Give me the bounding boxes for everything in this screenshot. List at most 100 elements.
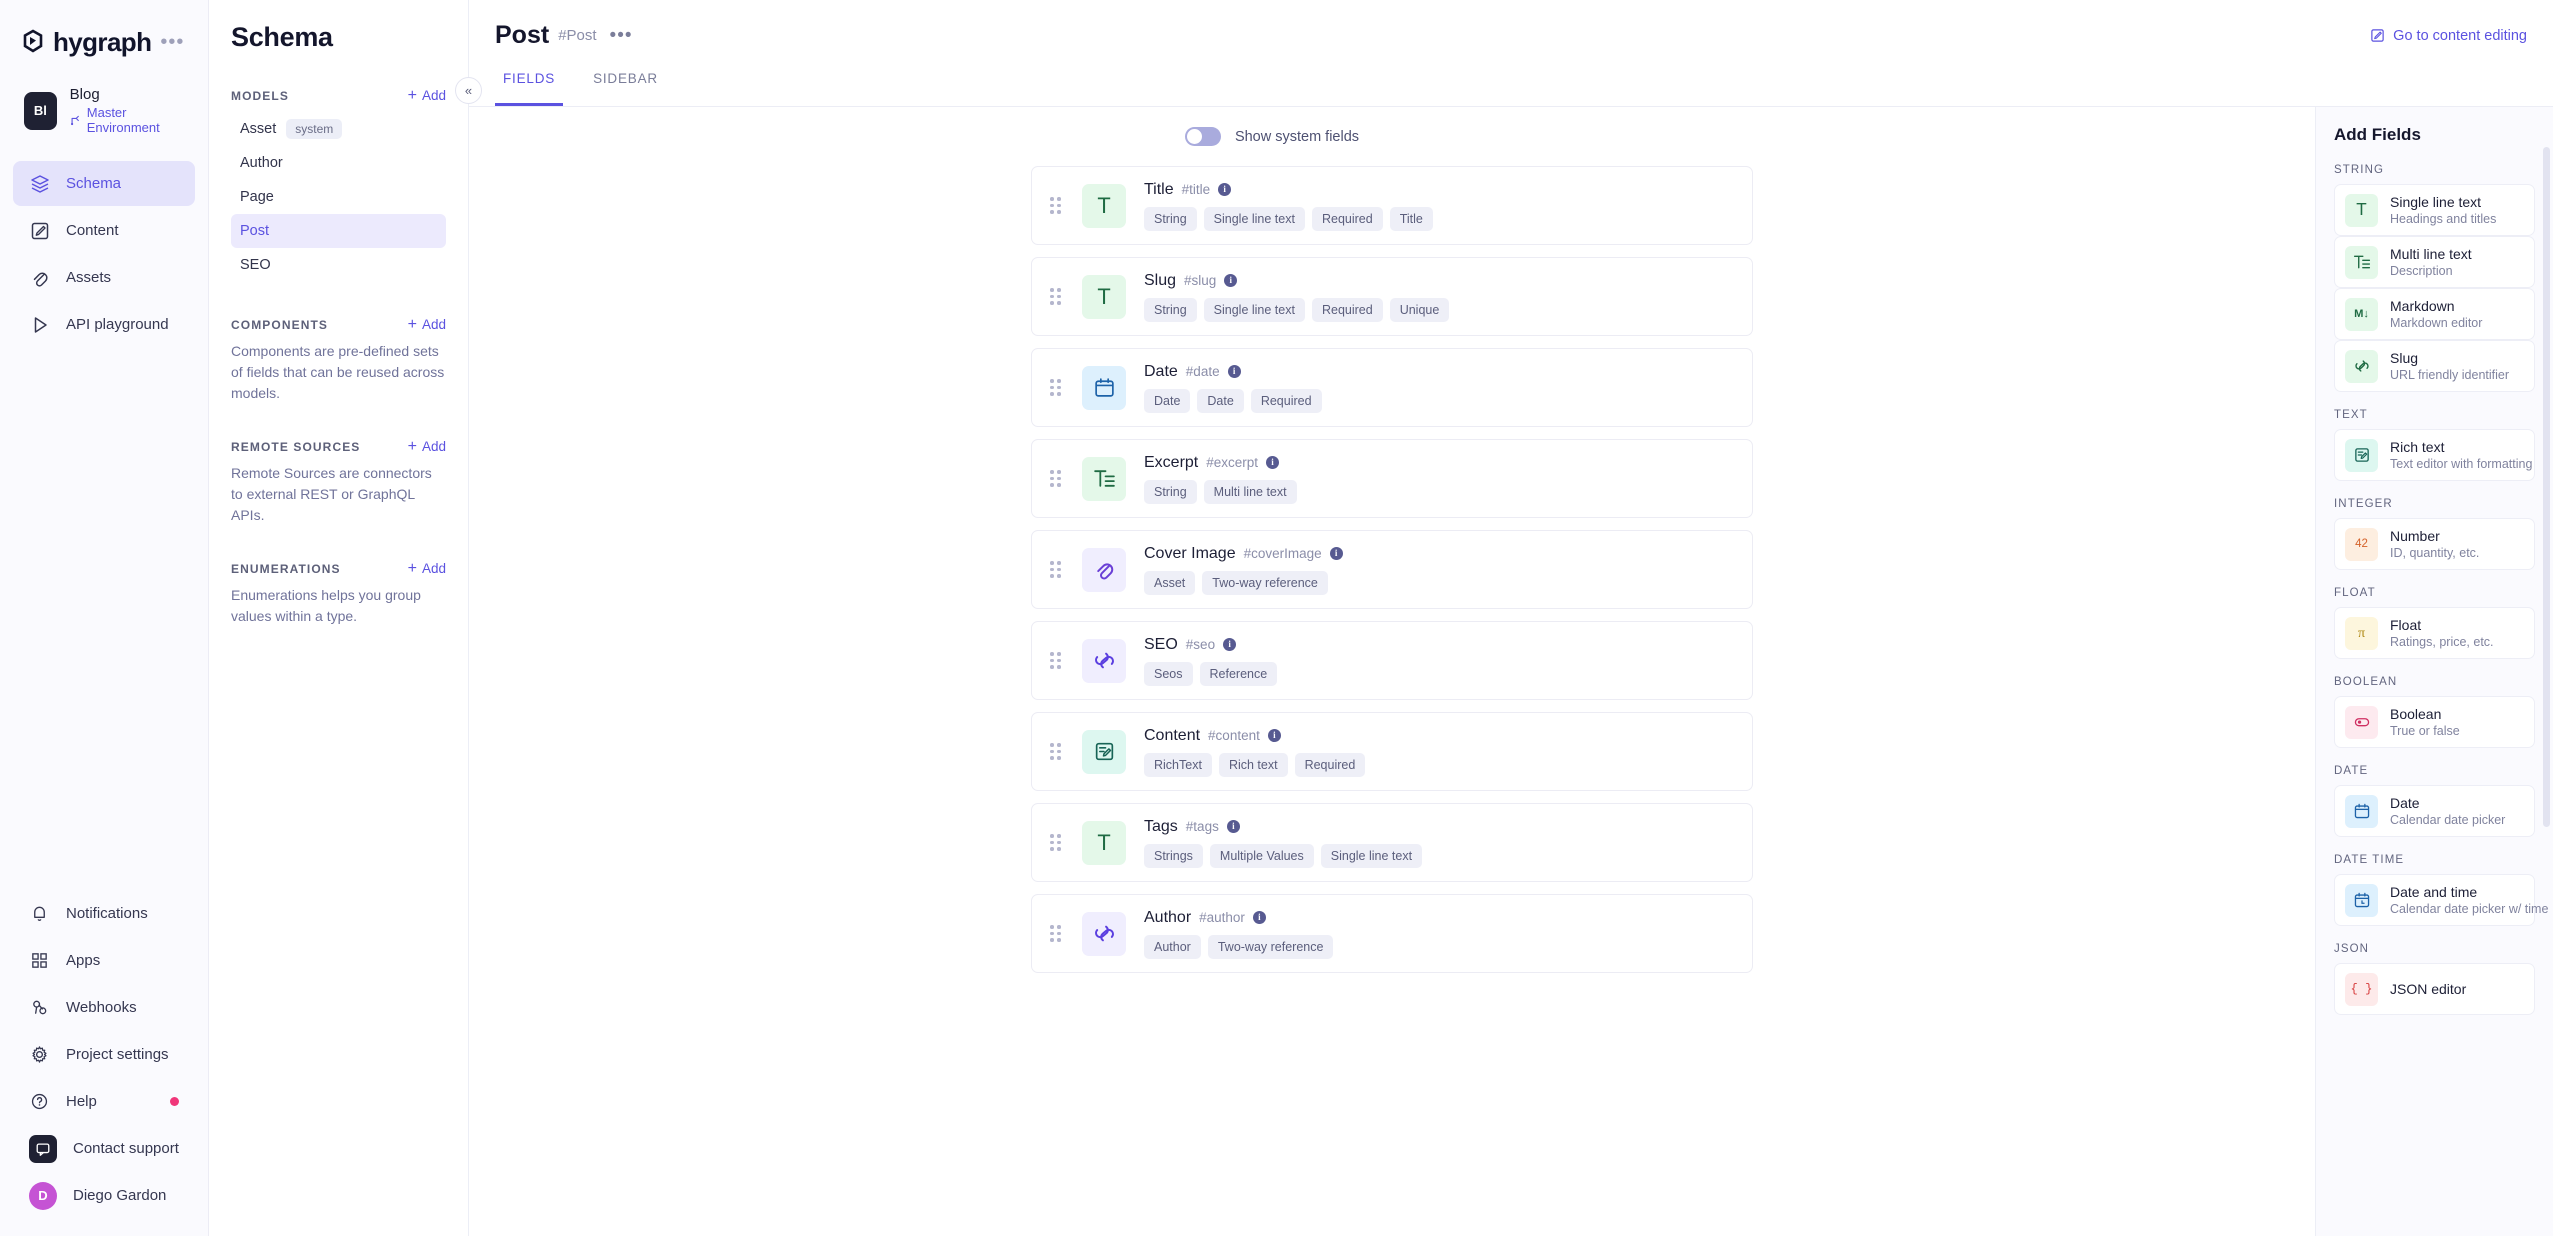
project-environment[interactable]: Master Environment <box>70 105 186 135</box>
add-field-option-name: JSON editor <box>2390 981 2467 997</box>
brand-overflow-icon[interactable]: ••• <box>160 32 184 52</box>
calendar-icon <box>2345 794 2378 828</box>
field-name-row: Excerpt #excerpt i <box>1144 454 1297 472</box>
add-field-option[interactable]: { } JSON editor <box>2334 963 2535 1015</box>
sidebar-item-user-profile[interactable]: D Diego Gardon <box>13 1173 195 1218</box>
field-chip: Single line text <box>1203 297 1305 322</box>
field-chip: Date <box>1144 388 1191 413</box>
show-system-fields-toggle[interactable] <box>1184 127 1221 146</box>
toggle-knob <box>1186 129 1202 144</box>
show-system-fields-label: Show system fields <box>1234 128 1360 145</box>
info-icon[interactable]: i <box>1329 547 1343 560</box>
add-remote-source-button[interactable]: + Add <box>407 437 446 455</box>
add-model-button[interactable]: + Add <box>408 87 446 103</box>
drag-handle-icon[interactable] <box>1050 470 1064 487</box>
model-item-seo[interactable]: SEO <box>231 248 446 282</box>
drag-handle-icon[interactable] <box>1050 379 1064 396</box>
sidebar-item-project-settings[interactable]: Project settings <box>13 1032 195 1077</box>
drag-handle-icon[interactable] <box>1050 197 1064 214</box>
add-fields-group-label: BOOLEAN <box>2334 676 2398 688</box>
add-field-option[interactable]: Date and time Calendar date picker w/ tim… <box>2334 874 2548 926</box>
add-field-option-text: Date Calendar date picker <box>2390 795 2505 827</box>
rail-spacer <box>0 347 208 891</box>
add-component-button[interactable]: + Add <box>408 316 446 332</box>
model-label: Page <box>240 189 274 205</box>
model-item-page[interactable]: Page <box>231 180 446 214</box>
sidebar-item-api-playground[interactable]: API playground <box>13 302 195 347</box>
field-card[interactable]: SEO #seo i Seos Reference <box>1031 621 1753 700</box>
question-circle-icon <box>29 1091 50 1112</box>
add-field-option-name: Multi line text <box>2390 246 2472 262</box>
model-title: Post <box>495 21 550 49</box>
info-icon[interactable]: i <box>1224 274 1238 287</box>
model-item-asset[interactable]: Asset system <box>231 112 446 146</box>
sidebar-item-schema[interactable]: Schema <box>13 161 195 206</box>
add-field-option[interactable]: M↓ Markdown Markdown editor <box>2334 288 2535 340</box>
add-field-option[interactable]: T Single line text Headings and titles <box>2334 184 2535 236</box>
field-card[interactable]: Excerpt #excerpt i String Multi line text <box>1031 439 1753 518</box>
field-name-row: Cover Image #coverImage i <box>1144 545 1343 563</box>
sidebar-item-label: Notifications <box>66 905 148 922</box>
field-chips: Date Date Required <box>1144 388 1322 413</box>
plus-icon: + <box>407 437 417 455</box>
drag-handle-icon[interactable] <box>1050 743 1064 760</box>
collapse-panel-button[interactable]: « <box>455 77 482 104</box>
field-chips: String Single line text Required Title <box>1144 206 1433 231</box>
drag-handle-icon[interactable] <box>1050 925 1064 942</box>
project-environment-label: Master Environment <box>86 105 160 135</box>
field-card[interactable]: T Slug #slug i String Single line text Require… <box>1031 257 1753 336</box>
add-field-option[interactable]: π Float Ratings, price, etc. <box>2334 607 2535 659</box>
field-api-id: #seo <box>1185 637 1216 652</box>
model-item-author[interactable]: Author <box>231 146 446 180</box>
field-name: Date <box>1144 362 1178 380</box>
info-icon[interactable]: i <box>1266 456 1280 469</box>
field-card[interactable]: T Title #title i String Single line text Requi… <box>1031 166 1753 245</box>
sidebar-item-label: Help <box>66 1093 97 1110</box>
sidebar-item-content[interactable]: Content <box>13 208 195 253</box>
add-field-option-name: Slug <box>2390 350 2419 366</box>
info-icon[interactable]: i <box>1218 183 1232 196</box>
tab-fields[interactable]: FIELDS <box>495 71 564 106</box>
sidebar-item-assets[interactable]: Assets <box>13 255 195 300</box>
drag-handle-icon[interactable] <box>1050 834 1064 851</box>
add-field-option-desc: True or false <box>2390 724 2460 738</box>
sidebar-item-help[interactable]: Help <box>13 1079 195 1124</box>
project-switcher[interactable]: Bl Blog Master Environment <box>22 86 186 135</box>
models-list: Asset system Author Page Post SEO <box>231 112 446 282</box>
info-icon[interactable]: i <box>1252 911 1266 924</box>
field-card[interactable]: Content #content i RichText Rich text Require… <box>1031 712 1753 791</box>
edit-square-icon <box>29 220 50 241</box>
sidebar-item-contact-support[interactable]: Contact support <box>13 1126 195 1171</box>
multi-line-text-icon <box>2345 245 2378 279</box>
add-field-option[interactable]: Date Calendar date picker <box>2334 785 2535 837</box>
add-field-option[interactable]: Boolean True or false <box>2334 696 2535 748</box>
brand[interactable]: hygraph ••• <box>22 22 186 62</box>
sidebar-item-notifications[interactable]: Notifications <box>13 891 195 936</box>
sidebar-item-webhooks[interactable]: Webhooks <box>13 985 195 1030</box>
field-card[interactable]: Author #author i Author Two-way reference <box>1031 894 1753 973</box>
field-chips: String Single line text Required Unique <box>1144 297 1450 322</box>
model-overflow-icon[interactable]: ••• <box>610 26 633 45</box>
info-icon[interactable]: i <box>1267 729 1281 742</box>
info-icon[interactable]: i <box>1223 638 1237 651</box>
drag-handle-icon[interactable] <box>1050 652 1064 669</box>
info-icon[interactable]: i <box>1227 365 1241 378</box>
info-icon[interactable]: i <box>1226 820 1240 833</box>
drag-handle-icon[interactable] <box>1050 561 1064 578</box>
add-field-option[interactable]: Rich text Text editor with formatting <box>2334 429 2535 481</box>
field-card[interactable]: Date #date i Date Date Required <box>1031 348 1753 427</box>
add-fields-scrollbar[interactable] <box>2543 147 2550 827</box>
add-enumeration-button[interactable]: + Add <box>408 560 446 576</box>
add-field-option[interactable]: Multi line text Description <box>2334 236 2535 288</box>
add-fields-groups: STRING T Single line text Headings and titl… <box>2334 164 2548 1015</box>
sidebar-item-apps[interactable]: Apps <box>13 938 195 983</box>
add-field-option[interactable]: 42 Number ID, quantity, etc. <box>2334 518 2535 570</box>
tab-sidebar[interactable]: SIDEBAR <box>585 71 666 106</box>
field-card[interactable]: T Tags #tags i Strings Multiple Values Single … <box>1031 803 1753 882</box>
drag-handle-icon[interactable] <box>1050 288 1064 305</box>
add-field-option[interactable]: Slug URL friendly identifier <box>2334 340 2535 392</box>
field-card[interactable]: Cover Image #coverImage i Asset Two-way refe… <box>1031 530 1753 609</box>
field-chip: Multiple Values <box>1209 843 1314 868</box>
model-item-post[interactable]: Post <box>231 214 446 248</box>
go-to-content-editing-link[interactable]: Go to content editing <box>2370 28 2527 44</box>
